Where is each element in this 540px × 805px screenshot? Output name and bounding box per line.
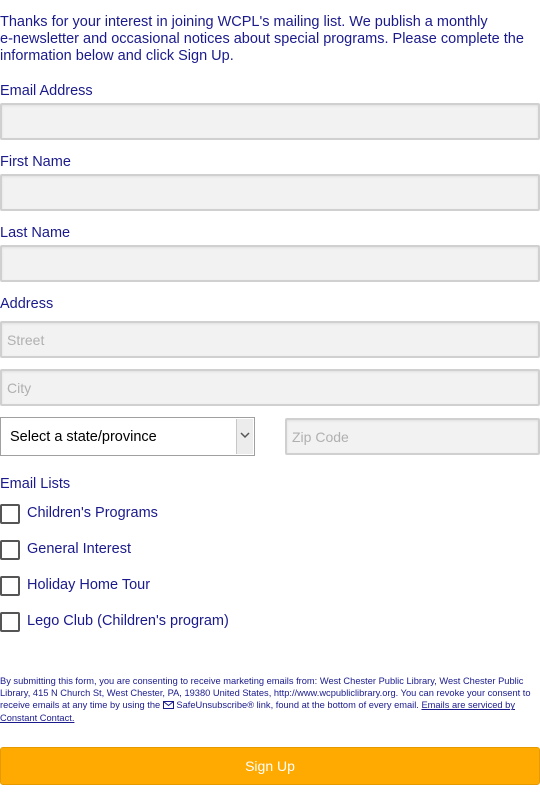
last-name-label: Last Name: [0, 225, 71, 241]
intro-text: Thanks for your interest in joining WCPL…: [0, 14, 536, 65]
email-lists-label: Email Lists: [0, 476, 71, 492]
childrens-programs-checkbox[interactable]: [0, 504, 20, 524]
chevron-down-icon: [240, 432, 250, 439]
checkbox-label[interactable]: Holiday Home Tour: [27, 577, 150, 593]
intro-line-2: e-newsletter and occasional notices abou…: [0, 31, 524, 47]
street-field[interactable]: [0, 321, 540, 358]
general-interest-checkbox[interactable]: [0, 540, 20, 560]
email-label: Email Address: [0, 83, 93, 99]
envelope-icon: [162, 701, 174, 710]
lego-club-checkbox[interactable]: [0, 612, 20, 632]
zip-code-field[interactable]: [285, 418, 540, 455]
checkbox-label[interactable]: Lego Club (Children's program): [27, 613, 229, 629]
first-name-field[interactable]: [0, 174, 540, 211]
email-field[interactable]: [0, 103, 540, 140]
checkbox-label[interactable]: General Interest: [27, 541, 131, 557]
state-select-arrow[interactable]: [236, 419, 253, 454]
state-select-value: Select a state/province: [10, 429, 157, 445]
city-field[interactable]: [0, 369, 540, 406]
checkbox-label[interactable]: Children's Programs: [27, 505, 158, 521]
first-name-label: First Name: [0, 154, 71, 170]
safeunsubscribe-text: SafeUnsubscribe® link, found at the bott…: [176, 700, 419, 711]
sign-up-button[interactable]: Sign Up: [0, 747, 540, 785]
intro-line-1: Thanks for your interest in joining WCPL…: [0, 14, 488, 30]
holiday-home-tour-checkbox[interactable]: [0, 576, 20, 596]
intro-line-3: information below and click Sign Up.: [0, 48, 234, 64]
last-name-field[interactable]: [0, 245, 540, 282]
address-label: Address: [0, 296, 54, 312]
consent-disclaimer: By submitting this form, you are consent…: [0, 675, 537, 724]
state-select[interactable]: Select a state/province: [0, 417, 255, 456]
